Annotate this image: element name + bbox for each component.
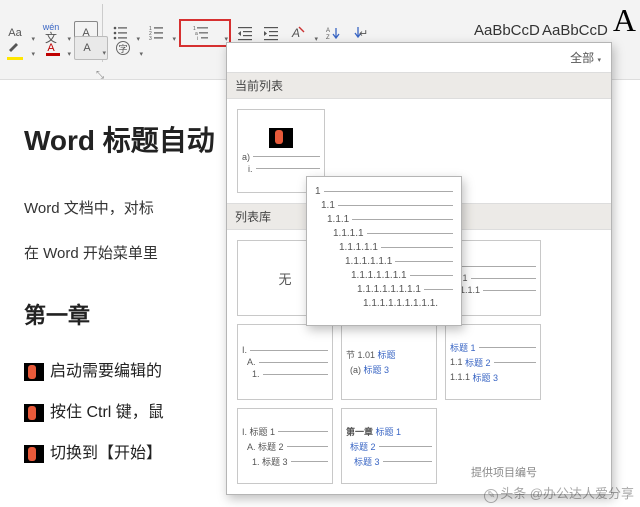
watermark-icon: ✎ [484, 489, 498, 503]
style-sample: AaBbCcD [542, 9, 608, 39]
list-style-item[interactable]: I. A. 1. [237, 324, 333, 400]
section-current-list: 当前列表 [227, 72, 611, 99]
clear-fmt-icon: A [290, 25, 306, 41]
list-style-item[interactable]: 提供项目编号 [445, 408, 541, 484]
svg-text:A: A [291, 26, 300, 40]
list-style-item[interactable]: I. 标题 1 A. 标题 2 1. 标题 3 [237, 408, 333, 484]
svg-text:↵: ↵ [359, 28, 367, 40]
font-color-button[interactable]: A [38, 36, 72, 60]
list-style-item[interactable]: 节 1.01 标题 (a) 标题 3 [341, 324, 437, 400]
char-shading-button[interactable]: A [74, 36, 108, 60]
indent-dec-icon [237, 25, 253, 41]
multilevel-list-highlight: 1ai [179, 19, 231, 47]
numbering-icon: 123 [148, 25, 164, 41]
list-style-item[interactable]: 第一章 标题 1 标题 2 标题 3 [341, 408, 437, 484]
multilevel-preview-popover: 1 1.1 1.1.1 1.1.1.1 1.1.1.1.1 1.1.1.1.1.… [306, 176, 462, 326]
filter-all-dropdown[interactable]: 全部 ▾ [570, 49, 601, 66]
style-sample: AaBbCcD [474, 9, 540, 39]
highlight-icon [7, 39, 23, 55]
multilevel-list-button[interactable]: 1ai [181, 21, 229, 45]
highlight-color-button[interactable] [2, 36, 36, 60]
svg-text:i: i [197, 36, 198, 41]
indent-inc-icon [263, 25, 279, 41]
svg-text:A: A [326, 28, 330, 34]
enclose-char-button[interactable]: 字 [110, 36, 144, 60]
svg-text:Z: Z [326, 35, 330, 41]
inline-image-icon [24, 404, 44, 422]
watermark: ✎头条 @办公达人爱分享 [484, 483, 634, 503]
style-heading-sample[interactable]: A [609, 2, 640, 39]
svg-text:3: 3 [149, 36, 152, 41]
numbering-button[interactable]: 123 [143, 21, 177, 45]
inline-image-icon [24, 445, 44, 463]
thumbnail-icon [269, 128, 293, 148]
pilcrow-icon: ↵ [351, 25, 367, 41]
list-style-item[interactable]: 标题 1 1.1 标题 2 1.1.1 标题 3 [445, 324, 541, 400]
dialog-launcher[interactable]: ⤡ [96, 70, 104, 81]
multilevel-icon: 1ai [193, 25, 209, 41]
sort-icon: AZ [325, 25, 341, 41]
inline-image-icon [24, 363, 44, 381]
